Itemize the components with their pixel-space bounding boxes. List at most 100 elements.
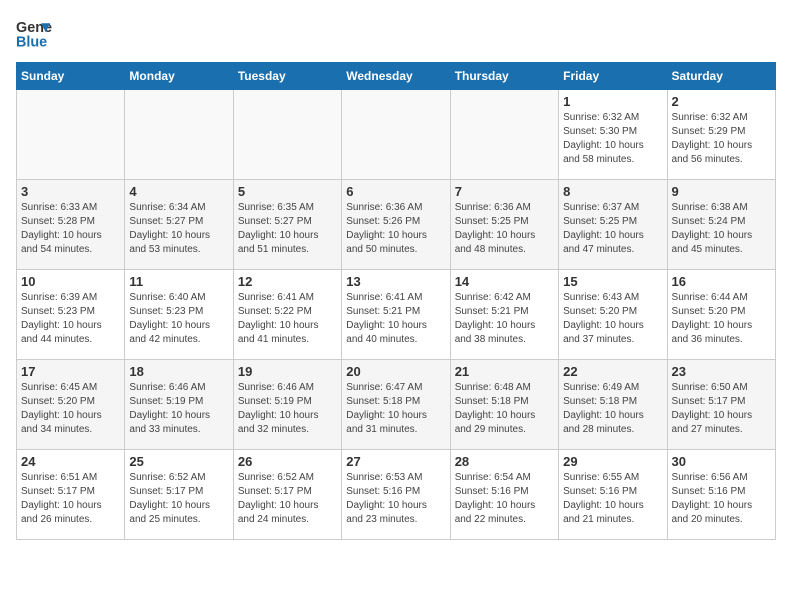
day-info: Sunrise: 6:55 AMSunset: 5:16 PMDaylight:… [563,471,662,527]
calendar-cell: 15Sunrise: 6:43 AMSunset: 5:20 PMDayligh… [559,270,667,360]
day-info: Sunrise: 6:49 AMSunset: 5:18 PMDaylight:… [563,381,662,437]
calendar-cell: 11Sunrise: 6:40 AMSunset: 5:23 PMDayligh… [125,270,233,360]
day-number: 13 [346,274,445,289]
day-info: Sunrise: 6:32 AMSunset: 5:29 PMDaylight:… [672,111,771,167]
calendar-cell: 26 Sunrise: 6:52 AMSunset: 5:17 PMDayligh… [233,450,341,540]
day-number: 20 [346,364,445,379]
calendar-cell: 16 Sunrise: 6:44 AMSunset: 5:20 PMDayligh… [667,270,775,360]
calendar-week-4: 17 Sunrise: 6:45 AMSunset: 5:20 PMDayligh… [17,360,776,450]
weekday-header-sunday: Sunday [17,63,125,90]
calendar-cell: 24 Sunrise: 6:51 AMSunset: 5:17 PMDayligh… [17,450,125,540]
day-number: 24 [21,454,120,469]
day-number: 3 [21,184,120,199]
weekday-header-wednesday: Wednesday [342,63,450,90]
weekday-header-saturday: Saturday [667,63,775,90]
calendar-cell: 21Sunrise: 6:48 AMSunset: 5:18 PMDayligh… [450,360,558,450]
calendar-cell: 17 Sunrise: 6:45 AMSunset: 5:20 PMDayligh… [17,360,125,450]
day-info: Sunrise: 6:35 AMSunset: 5:27 PMDaylight:… [238,201,337,257]
calendar-cell: 28 Sunrise: 6:54 AMSunset: 5:16 PMDayligh… [450,450,558,540]
day-info: Sunrise: 6:54 AMSunset: 5:16 PMDaylight:… [455,471,554,527]
calendar-cell: 19 Sunrise: 6:46 AMSunset: 5:19 PMDayligh… [233,360,341,450]
calendar-cell [450,90,558,180]
day-info: Sunrise: 6:38 AMSunset: 5:24 PMDaylight:… [672,201,771,257]
day-info: Sunrise: 6:42 AMSunset: 5:21 PMDaylight:… [455,291,554,347]
day-info: Sunrise: 6:33 AMSunset: 5:28 PMDaylight:… [21,201,120,257]
calendar-cell [233,90,341,180]
calendar-cell: 4 Sunrise: 6:34 AMSunset: 5:27 PMDaylight… [125,180,233,270]
day-info: Sunrise: 6:36 AMSunset: 5:25 PMDaylight:… [455,201,554,257]
calendar-week-5: 24 Sunrise: 6:51 AMSunset: 5:17 PMDayligh… [17,450,776,540]
calendar-cell [125,90,233,180]
calendar-cell: 12 Sunrise: 6:41 AMSunset: 5:22 PMDayligh… [233,270,341,360]
calendar-cell: 23Sunrise: 6:50 AMSunset: 5:17 PMDayligh… [667,360,775,450]
calendar-cell: 10 Sunrise: 6:39 AMSunset: 5:23 PMDayligh… [17,270,125,360]
weekday-header-tuesday: Tuesday [233,63,341,90]
day-number: 30 [672,454,771,469]
calendar-cell [342,90,450,180]
day-number: 6 [346,184,445,199]
calendar-cell: 18 Sunrise: 6:46 AMSunset: 5:19 PMDayligh… [125,360,233,450]
day-number: 7 [455,184,554,199]
day-number: 27 [346,454,445,469]
weekday-header-monday: Monday [125,63,233,90]
day-number: 17 [21,364,120,379]
weekday-header-row: SundayMondayTuesdayWednesdayThursdayFrid… [17,63,776,90]
day-info: Sunrise: 6:46 AMSunset: 5:19 PMDaylight:… [129,381,228,437]
day-info: Sunrise: 6:39 AMSunset: 5:23 PMDaylight:… [21,291,120,347]
day-number: 26 [238,454,337,469]
calendar-cell: 22 Sunrise: 6:49 AMSunset: 5:18 PMDayligh… [559,360,667,450]
logo: General Blue [16,16,52,52]
day-number: 18 [129,364,228,379]
day-info: Sunrise: 6:37 AMSunset: 5:25 PMDaylight:… [563,201,662,257]
day-info: Sunrise: 6:34 AMSunset: 5:27 PMDaylight:… [129,201,228,257]
day-info: Sunrise: 6:47 AMSunset: 5:18 PMDaylight:… [346,381,445,437]
day-info: Sunrise: 6:41 AMSunset: 5:21 PMDaylight:… [346,291,445,347]
day-number: 4 [129,184,228,199]
day-info: Sunrise: 6:56 AMSunset: 5:16 PMDaylight:… [672,471,771,527]
calendar-week-1: 1 Sunrise: 6:32 AMSunset: 5:30 PMDaylight… [17,90,776,180]
day-number: 1 [563,94,662,109]
day-info: Sunrise: 6:32 AMSunset: 5:30 PMDaylight:… [563,111,662,167]
day-number: 12 [238,274,337,289]
day-info: Sunrise: 6:50 AMSunset: 5:17 PMDaylight:… [672,381,771,437]
day-info: Sunrise: 6:51 AMSunset: 5:17 PMDaylight:… [21,471,120,527]
calendar-cell: 25 Sunrise: 6:52 AMSunset: 5:17 PMDayligh… [125,450,233,540]
calendar-cell: 9 Sunrise: 6:38 AMSunset: 5:24 PMDaylight… [667,180,775,270]
day-info: Sunrise: 6:46 AMSunset: 5:19 PMDaylight:… [238,381,337,437]
day-number: 10 [21,274,120,289]
calendar-cell: 20 Sunrise: 6:47 AMSunset: 5:18 PMDayligh… [342,360,450,450]
day-info: Sunrise: 6:52 AMSunset: 5:17 PMDaylight:… [238,471,337,527]
calendar-cell: 7 Sunrise: 6:36 AMSunset: 5:25 PMDaylight… [450,180,558,270]
day-number: 14 [455,274,554,289]
calendar-cell: 1 Sunrise: 6:32 AMSunset: 5:30 PMDaylight… [559,90,667,180]
day-number: 2 [672,94,771,109]
calendar-cell: 14 Sunrise: 6:42 AMSunset: 5:21 PMDayligh… [450,270,558,360]
day-number: 9 [672,184,771,199]
day-number: 25 [129,454,228,469]
day-info: Sunrise: 6:45 AMSunset: 5:20 PMDaylight:… [21,381,120,437]
svg-text:Blue: Blue [16,35,47,51]
day-number: 22 [563,364,662,379]
calendar-week-3: 10 Sunrise: 6:39 AMSunset: 5:23 PMDayligh… [17,270,776,360]
day-info: Sunrise: 6:40 AMSunset: 5:23 PMDaylight:… [129,291,228,347]
day-info: Sunrise: 6:41 AMSunset: 5:22 PMDaylight:… [238,291,337,347]
day-number: 5 [238,184,337,199]
day-number: 29 [563,454,662,469]
day-number: 15 [563,274,662,289]
day-info: Sunrise: 6:52 AMSunset: 5:17 PMDaylight:… [129,471,228,527]
day-number: 21 [455,364,554,379]
calendar-cell: 30 Sunrise: 6:56 AMSunset: 5:16 PMDayligh… [667,450,775,540]
logo-icon: General Blue [16,16,52,52]
day-info: Sunrise: 6:36 AMSunset: 5:26 PMDaylight:… [346,201,445,257]
calendar-week-2: 3 Sunrise: 6:33 AMSunset: 5:28 PMDaylight… [17,180,776,270]
day-info: Sunrise: 6:44 AMSunset: 5:20 PMDaylight:… [672,291,771,347]
calendar-cell: 2 Sunrise: 6:32 AMSunset: 5:29 PMDaylight… [667,90,775,180]
calendar-cell: 6 Sunrise: 6:36 AMSunset: 5:26 PMDaylight… [342,180,450,270]
calendar-cell: 27 Sunrise: 6:53 AMSunset: 5:16 PMDayligh… [342,450,450,540]
day-number: 16 [672,274,771,289]
day-number: 19 [238,364,337,379]
day-info: Sunrise: 6:53 AMSunset: 5:16 PMDaylight:… [346,471,445,527]
page-header: General Blue [16,16,776,52]
calendar-cell: 13 Sunrise: 6:41 AMSunset: 5:21 PMDayligh… [342,270,450,360]
day-number: 28 [455,454,554,469]
